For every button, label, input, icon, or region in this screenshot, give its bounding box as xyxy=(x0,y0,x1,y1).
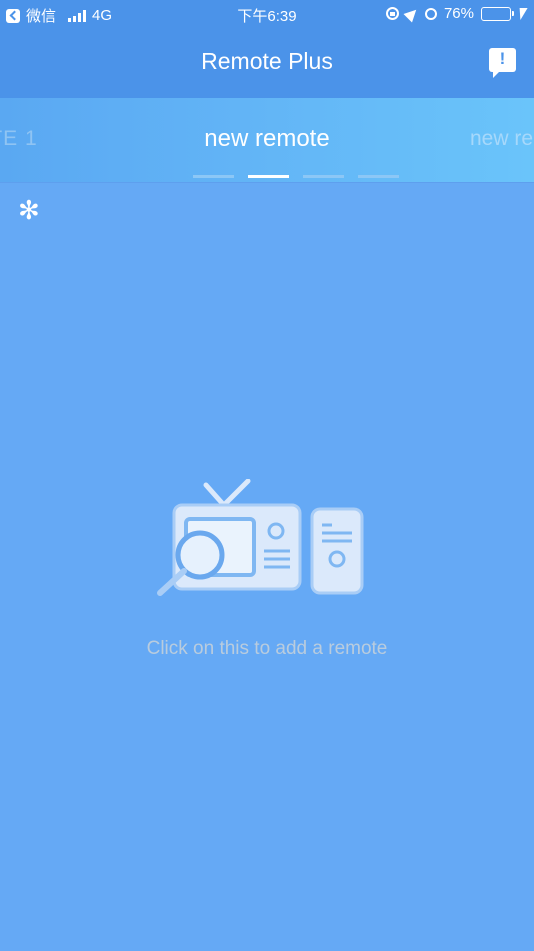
tab-remote-next[interactable]: new re xyxy=(470,127,533,151)
rotation-lock-icon xyxy=(385,7,399,20)
page-indicator-dash xyxy=(358,175,399,178)
status-bar: 微信 4G 下午6:39 76% xyxy=(0,0,534,28)
status-right: 76% xyxy=(385,5,528,22)
page-indicator xyxy=(193,175,399,178)
add-remote-illustration[interactable] xyxy=(156,478,366,602)
tv-remote-illustration-icon xyxy=(157,478,364,596)
app-bar: Remote Plus ! xyxy=(0,28,534,98)
page-indicator-dash xyxy=(303,175,344,178)
battery-icon xyxy=(481,6,514,21)
alarm-clock-icon xyxy=(424,7,437,20)
battery-percent: 76% xyxy=(443,5,474,22)
tab-remote-current[interactable]: new remote xyxy=(0,125,534,153)
remote-panel[interactable]: ✻ Click on this to add a remote xyxy=(0,182,534,951)
snowflake-icon[interactable]: ✻ xyxy=(18,197,40,223)
charging-bolt-icon xyxy=(516,7,528,20)
remote-tab-strip[interactable]: OTE 1 new remote new re xyxy=(0,98,534,182)
feedback-icon[interactable]: ! xyxy=(489,48,516,78)
add-remote-prompt[interactable]: Click on this to add a remote xyxy=(0,638,534,660)
page-indicator-dash xyxy=(248,175,289,178)
app-title: Remote Plus xyxy=(201,48,333,74)
location-arrow-icon xyxy=(403,5,421,22)
feedback-glyph: ! xyxy=(499,49,506,68)
page-indicator-dash xyxy=(193,175,234,178)
